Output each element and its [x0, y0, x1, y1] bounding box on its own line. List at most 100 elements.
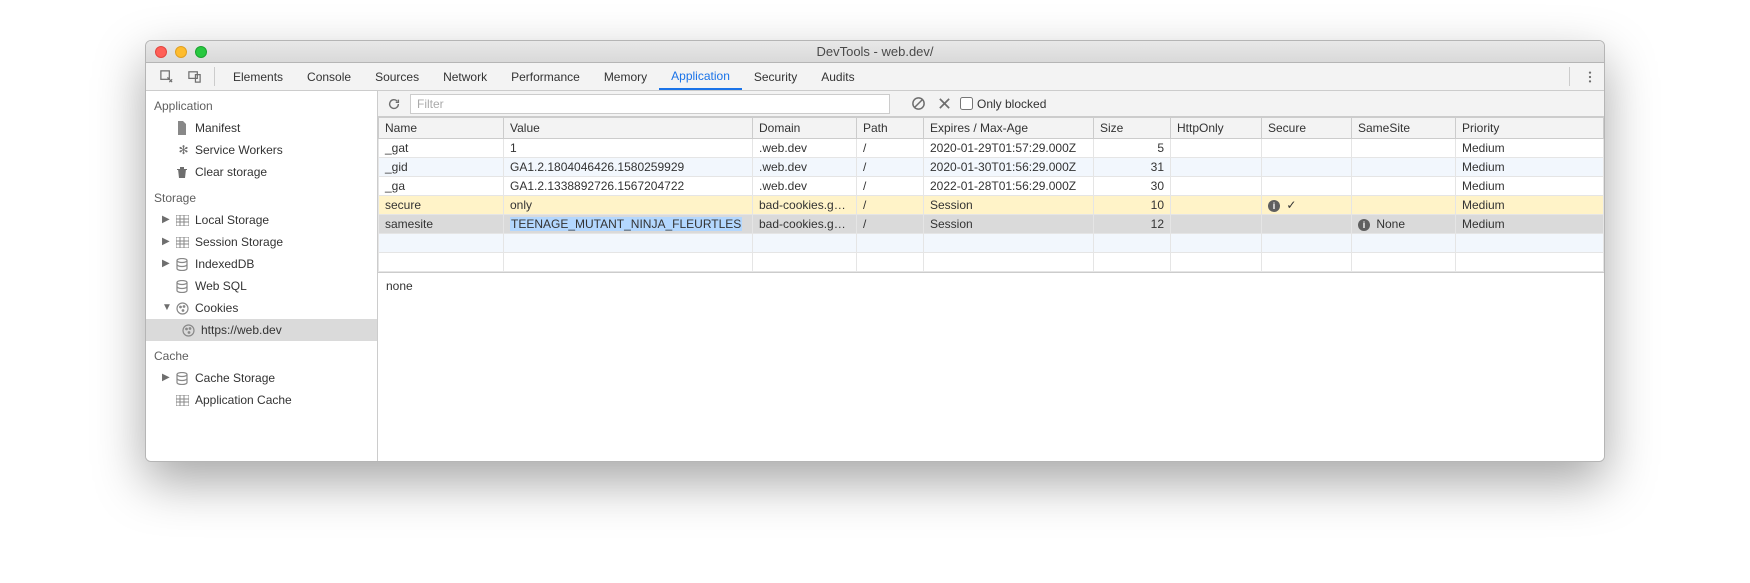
cell-secure[interactable]: i ✓ — [1262, 196, 1352, 215]
tab-network[interactable]: Network — [431, 63, 499, 90]
delete-selected-button[interactable] — [934, 94, 954, 114]
cell-name[interactable]: samesite — [379, 215, 504, 234]
cell-samesite[interactable] — [1352, 158, 1456, 177]
cell-value[interactable]: GA1.2.1338892726.1567204722 — [504, 177, 753, 196]
tab-elements[interactable]: Elements — [221, 63, 295, 90]
col-secure[interactable]: Secure — [1262, 118, 1352, 139]
tab-performance[interactable]: Performance — [499, 63, 592, 90]
cell-value[interactable]: only — [504, 196, 753, 215]
sidebar-item-clear-storage[interactable]: Clear storage — [146, 161, 377, 183]
cell-size[interactable]: 31 — [1094, 158, 1171, 177]
tab-console[interactable]: Console — [295, 63, 363, 90]
sidebar-item-cookie-origin[interactable]: https://web.dev — [146, 319, 377, 341]
table-row[interactable]: _gat1.web.dev/2020-01-29T01:57:29.000Z5 M… — [379, 139, 1604, 158]
tab-application[interactable]: Application — [659, 63, 742, 90]
cell-samesite[interactable] — [1352, 196, 1456, 215]
cell-value[interactable]: TEENAGE_MUTANT_NINJA_FLEURTLES — [504, 215, 753, 234]
sidebar-item-cookies[interactable]: ▼ Cookies — [146, 297, 377, 319]
gear-icon: ✻ — [176, 141, 191, 159]
cell-path[interactable]: / — [857, 139, 924, 158]
device-mode-icon[interactable] — [180, 63, 208, 90]
cell-httponly[interactable] — [1171, 158, 1262, 177]
cell-path[interactable]: / — [857, 196, 924, 215]
only-blocked-checkbox-input[interactable] — [960, 97, 973, 110]
sidebar-item-cache-storage[interactable]: ▶ Cache Storage — [146, 367, 377, 389]
col-size[interactable]: Size — [1094, 118, 1171, 139]
sidebar-item-manifest[interactable]: Manifest — [146, 117, 377, 139]
cell-value[interactable]: 1 — [504, 139, 753, 158]
cell-name[interactable]: _gid — [379, 158, 504, 177]
only-blocked-checkbox[interactable]: Only blocked — [960, 97, 1046, 111]
cell-size[interactable]: 10 — [1094, 196, 1171, 215]
cell-domain[interactable]: .web.dev — [753, 177, 857, 196]
cell-priority[interactable]: Medium — [1456, 196, 1604, 215]
clear-all-button[interactable] — [908, 94, 928, 114]
cookie-icon — [182, 324, 197, 337]
cell-name[interactable]: _ga — [379, 177, 504, 196]
col-priority[interactable]: Priority — [1456, 118, 1604, 139]
cell-path[interactable]: / — [857, 177, 924, 196]
tab-memory[interactable]: Memory — [592, 63, 659, 90]
col-expires[interactable]: Expires / Max-Age — [924, 118, 1094, 139]
cell-expires[interactable]: Session — [924, 215, 1094, 234]
table-row[interactable]: _gaGA1.2.1338892726.1567204722.web.dev/2… — [379, 177, 1604, 196]
cell-secure[interactable] — [1262, 139, 1352, 158]
cell-path[interactable]: / — [857, 158, 924, 177]
kebab-menu-icon[interactable] — [1576, 63, 1604, 90]
cell-secure[interactable] — [1262, 215, 1352, 234]
sidebar-item-application-cache[interactable]: Application Cache — [146, 389, 377, 411]
col-httponly[interactable]: HttpOnly — [1171, 118, 1262, 139]
filter-input[interactable] — [410, 94, 890, 114]
cell-httponly[interactable] — [1171, 139, 1262, 158]
cookies-table[interactable]: Name Value Domain Path Expires / Max-Age… — [378, 117, 1604, 272]
col-name[interactable]: Name — [379, 118, 504, 139]
table-icon — [176, 237, 191, 248]
cell-size[interactable]: 12 — [1094, 215, 1171, 234]
cell-domain[interactable]: .web.dev — [753, 139, 857, 158]
cell-expires[interactable]: 2022-01-28T01:56:29.000Z — [924, 177, 1094, 196]
tab-security[interactable]: Security — [742, 63, 809, 90]
col-value[interactable]: Value — [504, 118, 753, 139]
tab-audits[interactable]: Audits — [809, 63, 866, 90]
cell-name[interactable]: _gat — [379, 139, 504, 158]
cell-httponly[interactable] — [1171, 215, 1262, 234]
cell-priority[interactable]: Medium — [1456, 139, 1604, 158]
cell-secure[interactable] — [1262, 158, 1352, 177]
cell-httponly[interactable] — [1171, 196, 1262, 215]
sidebar-item-service-workers[interactable]: ✻ Service Workers — [146, 139, 377, 161]
sidebar-item-websql[interactable]: Web SQL — [146, 275, 377, 297]
inspect-icon[interactable] — [152, 63, 180, 90]
sidebar-item-local-storage[interactable]: ▶ Local Storage — [146, 209, 377, 231]
sidebar-item-indexeddb[interactable]: ▶ IndexedDB — [146, 253, 377, 275]
table-row[interactable]: secureonlybad-cookies.g…/Session10 i ✓ Med… — [379, 196, 1604, 215]
cell-domain[interactable]: .web.dev — [753, 158, 857, 177]
col-path[interactable]: Path — [857, 118, 924, 139]
cell-expires[interactable]: 2020-01-30T01:56:29.000Z — [924, 158, 1094, 177]
cell-size[interactable]: 5 — [1094, 139, 1171, 158]
cell-secure[interactable] — [1262, 177, 1352, 196]
tab-sources[interactable]: Sources — [363, 63, 431, 90]
table-row[interactable]: _gidGA1.2.1804046426.1580259929.web.dev/… — [379, 158, 1604, 177]
cell-samesite[interactable]: i None — [1352, 215, 1456, 234]
cell-domain[interactable]: bad-cookies.g… — [753, 196, 857, 215]
table-row[interactable]: samesiteTEENAGE_MUTANT_NINJA_FLEURTLESba… — [379, 215, 1604, 234]
cell-samesite[interactable] — [1352, 177, 1456, 196]
cell-name[interactable]: secure — [379, 196, 504, 215]
cell-expires[interactable]: 2020-01-29T01:57:29.000Z — [924, 139, 1094, 158]
cell-size[interactable]: 30 — [1094, 177, 1171, 196]
col-samesite[interactable]: SameSite — [1352, 118, 1456, 139]
cell-value[interactable]: GA1.2.1804046426.1580259929 — [504, 158, 753, 177]
cell-priority[interactable]: Medium — [1456, 158, 1604, 177]
sidebar-item-label: Session Storage — [195, 233, 283, 251]
info-icon: i — [1268, 200, 1280, 212]
cell-httponly[interactable] — [1171, 177, 1262, 196]
refresh-button[interactable] — [384, 94, 404, 114]
cell-samesite[interactable] — [1352, 139, 1456, 158]
cell-priority[interactable]: Medium — [1456, 215, 1604, 234]
cell-path[interactable]: / — [857, 215, 924, 234]
cell-expires[interactable]: Session — [924, 196, 1094, 215]
cell-domain[interactable]: bad-cookies.g… — [753, 215, 857, 234]
cell-priority[interactable]: Medium — [1456, 177, 1604, 196]
sidebar-item-session-storage[interactable]: ▶ Session Storage — [146, 231, 377, 253]
col-domain[interactable]: Domain — [753, 118, 857, 139]
